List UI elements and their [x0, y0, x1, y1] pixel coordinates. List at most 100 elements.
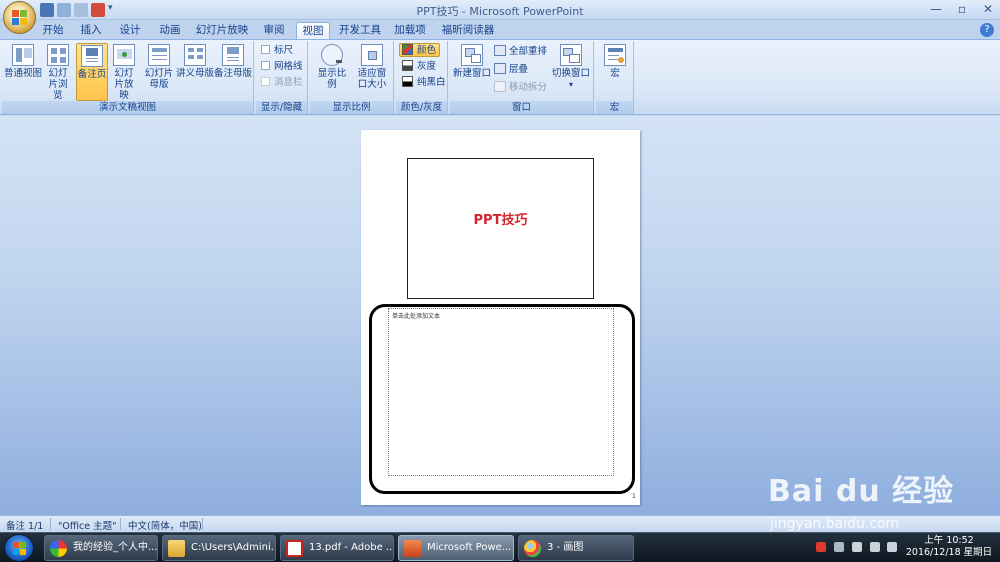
baidu-watermark: Bai du 经验 jingyan.baidu.com: [760, 456, 1000, 536]
normal-view-button[interactable]: 普通视图: [4, 43, 42, 79]
group-label-window: 窗口: [450, 101, 593, 114]
group-show-hide: 标尺 网格线 消息栏 显示/隐藏: [256, 41, 308, 114]
fit-window-button[interactable]: 适应窗口大小: [352, 43, 392, 90]
slide-master-button[interactable]: 幻灯片母版: [142, 43, 176, 90]
message-bar-label: 消息栏: [274, 77, 303, 88]
taskbar-item-label: 我的经验_个人中...: [73, 542, 158, 553]
color-button[interactable]: 颜色: [399, 43, 441, 57]
keyboard-icon[interactable]: [834, 542, 844, 552]
handout-master-button[interactable]: 讲义母版: [176, 43, 214, 79]
ime-icon[interactable]: [816, 542, 826, 552]
status-theme: "Office 主题": [58, 521, 117, 532]
gridlines-checkbox[interactable]: 网格线: [261, 60, 303, 74]
slide-sorter-icon: [47, 44, 69, 66]
switch-windows-icon: [560, 44, 582, 66]
slide-master-label: 幻灯片母版: [144, 68, 174, 90]
taskbar-item-paint[interactable]: 3 - 画图: [518, 535, 634, 561]
notes-master-button[interactable]: 备注母版: [214, 43, 252, 79]
group-label-macros: 宏: [596, 101, 633, 114]
tab-review[interactable]: 审阅: [258, 22, 290, 40]
taskbar-item-browser[interactable]: 我的经验_个人中...: [44, 535, 158, 561]
macros-icon: [604, 44, 626, 66]
taskbar-item-powerpoint[interactable]: Microsoft Powe...: [398, 535, 514, 561]
arrange-all-icon: [494, 45, 506, 56]
start-button[interactable]: [4, 534, 34, 562]
cascade-button[interactable]: 层叠: [494, 63, 528, 77]
group-macros: 宏 宏: [596, 41, 634, 114]
pure-bw-swatch-icon: [402, 76, 413, 87]
tab-developer[interactable]: 开发工具: [336, 22, 384, 40]
status-language[interactable]: 中文(简体，中国): [128, 518, 202, 532]
ruler-checkbox[interactable]: 标尺: [261, 44, 293, 58]
group-label-color: 颜色/灰度: [396, 101, 447, 114]
move-split-icon: [494, 81, 506, 92]
watermark-text: Bai du 经验: [768, 474, 955, 509]
pdf-file-icon: [286, 540, 303, 557]
clock[interactable]: 上午 10:52 2016/12/18 星期日: [903, 535, 995, 559]
slide-show-button[interactable]: 幻灯片放映: [108, 43, 140, 101]
ribbon-tabs: 开始 插入 设计 动画 幻灯片放映 审阅 视图 开发工具 加载项 福昕阅读器 ?: [0, 20, 1000, 40]
tab-view[interactable]: 视图: [296, 22, 330, 40]
slide-title: PPT技巧: [473, 213, 528, 228]
color-swatch-icon: [402, 44, 413, 55]
clock-date: 2016/12/18 星期日: [905, 547, 993, 558]
taskbar-item-adobe[interactable]: 13.pdf - Adobe ...: [280, 535, 394, 561]
ruler-label: 标尺: [274, 45, 294, 56]
new-window-button[interactable]: 新建窗口: [452, 43, 492, 79]
notes-page-icon: [81, 45, 103, 67]
slideshow-icon: [113, 44, 135, 66]
message-bar-check-icon: [261, 77, 270, 86]
handout-master-label: 讲义母版: [176, 68, 215, 79]
zoom-button[interactable]: 显示比例: [314, 43, 350, 90]
slide-sorter-label: 幻灯片浏览: [48, 68, 68, 101]
taskbar-item-label: C:\Users\Admini...: [191, 542, 276, 553]
macros-button[interactable]: 宏: [599, 43, 631, 79]
fit-window-label: 适应窗口大小: [357, 68, 387, 90]
tab-insert[interactable]: 插入: [76, 22, 106, 40]
tab-design[interactable]: 设计: [114, 22, 146, 40]
help-icon[interactable]: ?: [980, 23, 994, 37]
arrange-all-label: 全部重排: [509, 46, 548, 57]
office-logo-icon: [12, 10, 28, 26]
tab-addins[interactable]: 加载项: [390, 22, 430, 40]
tab-slideshow[interactable]: 幻灯片放映: [194, 22, 250, 40]
new-window-label: 新建窗口: [452, 68, 491, 79]
switch-windows-button[interactable]: 切换窗口 ▾: [550, 43, 592, 90]
taskbar-item-label: Microsoft Powe...: [427, 542, 512, 553]
page-number: 1: [632, 493, 636, 500]
arrange-all-button[interactable]: 全部重排: [494, 45, 547, 59]
window-title: PPT技巧 - Microsoft PowerPoint: [416, 5, 584, 18]
tab-home[interactable]: 开始: [38, 22, 68, 40]
tray-icon[interactable]: [852, 542, 862, 552]
group-label-show-hide: 显示/隐藏: [256, 101, 307, 114]
tab-animations[interactable]: 动画: [154, 22, 186, 40]
pure-bw-label: 纯黑白: [417, 77, 446, 88]
ruler-check-icon: [261, 45, 270, 54]
tab-foxit-reader[interactable]: 福昕阅读器: [438, 22, 498, 40]
pure-bw-button[interactable]: 纯黑白: [402, 76, 446, 90]
slide-show-label: 幻灯片放映: [114, 68, 134, 101]
gridlines-check-icon: [261, 61, 270, 70]
volume-icon[interactable]: [887, 542, 897, 552]
notes-page-button[interactable]: 备注页: [76, 43, 108, 101]
clock-time: 上午 10:52: [924, 535, 974, 546]
office-button[interactable]: [3, 1, 36, 34]
slide-sorter-button[interactable]: 幻灯片浏览: [42, 43, 74, 101]
grayscale-button[interactable]: 灰度: [402, 60, 436, 74]
taskbar-item-explorer[interactable]: C:\Users\Admini...: [162, 535, 276, 561]
slide-thumbnail[interactable]: PPT技巧: [407, 158, 594, 299]
maximize-button[interactable]: ▫: [956, 2, 968, 16]
minimize-button[interactable]: —: [930, 2, 942, 16]
zoom-label: 显示比例: [317, 68, 347, 90]
close-button[interactable]: ✕: [982, 2, 994, 16]
browser-icon: [50, 540, 67, 557]
network-icon[interactable]: [870, 542, 880, 552]
move-split-button[interactable]: 移动拆分: [494, 81, 547, 95]
taskbar: 我的经验_个人中... C:\Users\Admini... 13.pdf - …: [0, 532, 1000, 562]
cascade-icon: [494, 63, 506, 74]
handout-master-icon: [184, 44, 206, 66]
notes-master-label: 备注母版: [214, 68, 253, 79]
message-bar-checkbox[interactable]: 消息栏: [261, 76, 303, 90]
switch-windows-label: 切换窗口: [551, 68, 590, 79]
group-color-grayscale: 颜色 灰度 纯黑白 颜色/灰度: [396, 41, 448, 114]
